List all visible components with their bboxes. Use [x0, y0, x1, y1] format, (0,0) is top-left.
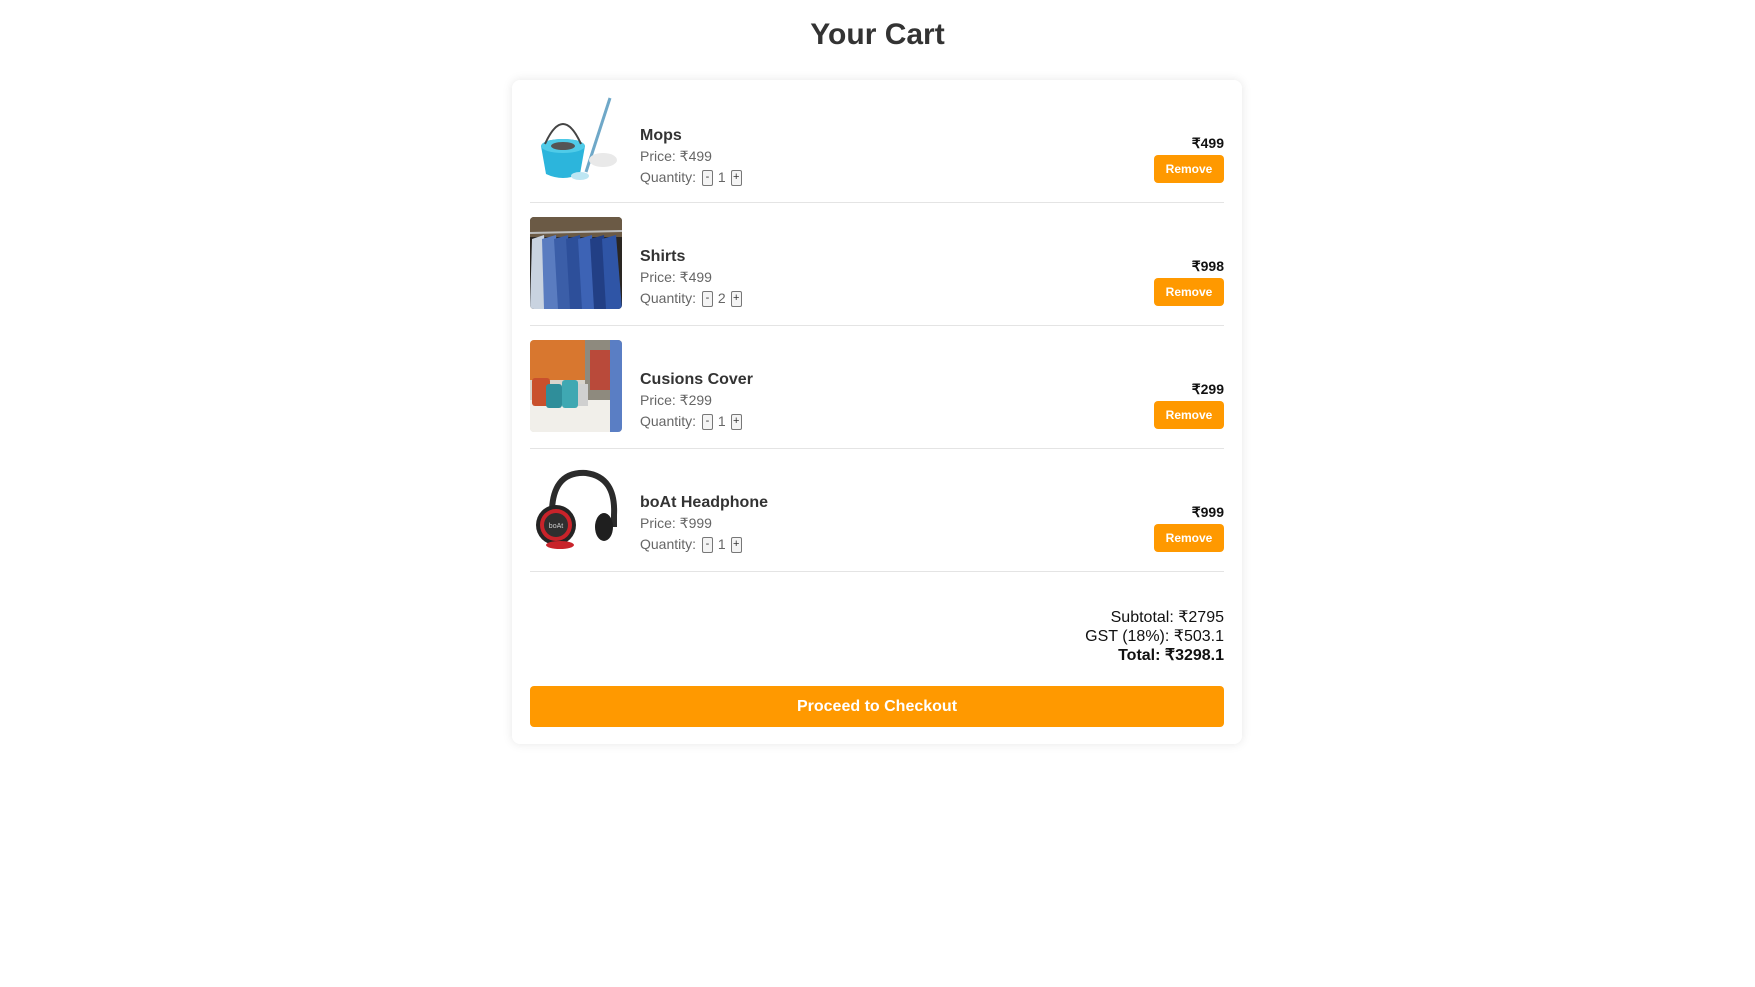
product-image-shirts — [530, 217, 622, 309]
remove-button[interactable]: Remove — [1154, 401, 1224, 429]
quantity-value: 1 — [717, 536, 726, 552]
item-quantity-row: Quantity: -1 + — [640, 534, 768, 555]
cart-item: boAt boAt Headphone Price: ₹999 Quantity… — [530, 449, 1224, 572]
cart-item: Shirts Price: ₹499 Quantity: -2 + ₹998 Re… — [530, 203, 1224, 326]
svg-text:boAt: boAt — [549, 523, 563, 530]
quantity-label: Quantity: — [640, 536, 697, 552]
item-price: Price: ₹499 — [640, 148, 712, 164]
item-quantity-row: Quantity: -2 + — [640, 288, 744, 309]
item-price: Price: ₹999 — [640, 515, 712, 531]
item-name: Cusions Cover — [640, 371, 753, 388]
quantity-decrease-button[interactable]: - — [701, 291, 713, 308]
item-quantity-row: Quantity: -1 + — [640, 411, 753, 432]
quantity-decrease-button[interactable]: - — [701, 414, 713, 431]
remove-button[interactable]: Remove — [1154, 524, 1224, 552]
quantity-label: Quantity: — [640, 413, 697, 429]
subtotal: Subtotal: ₹2795 — [1110, 609, 1224, 626]
remove-button[interactable]: Remove — [1154, 155, 1224, 183]
cart-item: Mops Price: ₹499 Quantity: -1 + ₹499 Remo… — [530, 80, 1224, 203]
item-quantity-row: Quantity: -1 + — [640, 167, 744, 188]
order-summary: Subtotal: ₹2795 GST (18%): ₹503.1 Total:… — [1085, 608, 1224, 665]
cart-item: Cusions Cover Price: ₹299 Quantity: -1 + … — [530, 326, 1224, 449]
page-title: Your Cart — [810, 18, 945, 51]
grand-total: Total: ₹3298.1 — [1118, 647, 1224, 664]
quantity-decrease-button[interactable]: - — [701, 537, 713, 554]
gst: GST (18%): ₹503.1 — [1085, 628, 1224, 645]
quantity-value: 2 — [717, 290, 726, 306]
quantity-increase-button[interactable]: + — [730, 414, 742, 431]
item-price: Price: ₹499 — [640, 269, 712, 285]
item-line-total: ₹999 — [1191, 504, 1224, 520]
item-name: boAt Headphone — [640, 494, 768, 511]
quantity-increase-button[interactable]: + — [730, 170, 742, 187]
item-line-total: ₹998 — [1191, 258, 1224, 274]
product-image-mops — [530, 94, 622, 186]
item-name: Mops — [640, 127, 682, 144]
product-image-cushion-covers — [530, 340, 622, 432]
quantity-increase-button[interactable]: + — [730, 537, 742, 554]
cart-container: Mops Price: ₹499 Quantity: -1 + ₹499 Remo… — [512, 80, 1242, 744]
item-line-total: ₹499 — [1191, 135, 1224, 151]
quantity-value: 1 — [717, 169, 726, 185]
quantity-value: 1 — [717, 413, 726, 429]
product-image-headphone: boAt — [530, 463, 622, 555]
quantity-label: Quantity: — [640, 169, 697, 185]
checkout-button[interactable]: Proceed to Checkout — [530, 686, 1224, 727]
item-price: Price: ₹299 — [640, 392, 712, 408]
item-name: Shirts — [640, 248, 686, 265]
quantity-increase-button[interactable]: + — [730, 291, 742, 308]
quantity-decrease-button[interactable]: - — [701, 170, 713, 187]
remove-button[interactable]: Remove — [1154, 278, 1224, 306]
quantity-label: Quantity: — [640, 290, 697, 306]
item-line-total: ₹299 — [1191, 381, 1224, 397]
